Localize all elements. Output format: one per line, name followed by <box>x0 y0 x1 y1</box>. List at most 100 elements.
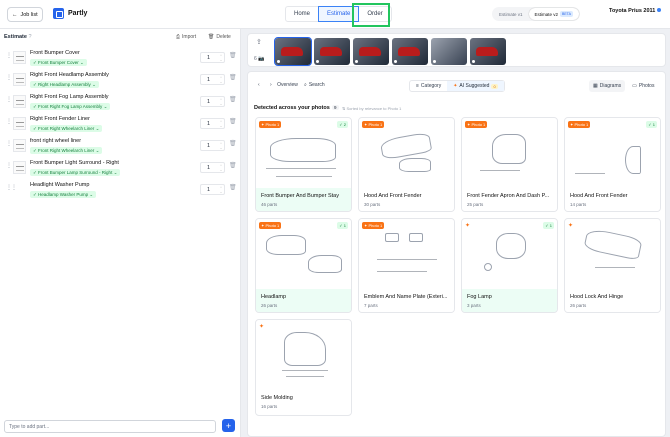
vehicle-label: Toyota Prius 2011 <box>609 8 656 14</box>
diagram-card[interactable]: ✦ Photo 1 ✓ 1 Hood And Front Fender 14 p… <box>564 117 661 212</box>
matched-part-tag[interactable]: ✓ Right Headlamp Assembly ⌄ <box>30 81 99 88</box>
matched-part-tag[interactable]: ✓ Front Right Wheelarch Liner ⌄ <box>30 125 103 132</box>
photo-thumbnail[interactable] <box>314 38 350 65</box>
sort-icon: ⇅ <box>342 106 346 111</box>
matched-part-tag[interactable]: ✓ Front Right Fog Lamp Assembly ⌄ <box>30 103 111 110</box>
search-label: Search <box>308 82 325 88</box>
back-to-job-list-button[interactable]: ← Job list <box>7 7 43 22</box>
hood-sketch <box>583 227 643 261</box>
line-sketch <box>276 176 332 177</box>
quantity-input[interactable]: 1 <box>200 140 225 151</box>
check-count: 2 <box>343 122 346 127</box>
estimate-v1-option[interactable]: Estimate v1 <box>493 8 529 20</box>
estimate-item[interactable]: ⋮⋮ Headlight Washer Pump ✓ Headlamp Wash… <box>0 181 241 202</box>
emblem-sketch <box>385 233 399 242</box>
card-title: Side Molding <box>261 395 293 401</box>
matched-part-tag[interactable]: ✓ Front Bumper Lamp Surround - Right ⌄ <box>30 169 121 176</box>
photo-thumbnail[interactable] <box>470 38 506 65</box>
card-footer: Hood And Front Fender 14 parts <box>565 188 660 211</box>
diagram-card[interactable]: ✦ Photo 1 ✓ 2 Front Bumper And Bumper St… <box>255 117 352 212</box>
card-footer: Front Bumper And Bumper Stay 46 parts <box>256 188 351 211</box>
import-label: Import <box>182 34 197 40</box>
selected-count-badge: ✓ 1 <box>646 121 657 128</box>
card-title: Front Fender Apron And Dash P... <box>467 193 550 199</box>
trash-icon[interactable]: 🗑 <box>229 118 237 125</box>
photo-badge-label: Photo 1 <box>368 122 383 127</box>
overview-button[interactable]: › Overview <box>270 82 298 88</box>
back-icon[interactable]: ‹ <box>258 82 260 88</box>
category-option[interactable]: ≡ Category <box>410 81 447 91</box>
diagram-card[interactable]: ✦ Photo 1 ✓ 1 Headlamp 26 parts <box>255 218 352 313</box>
fender-sketch <box>399 158 431 172</box>
image-icon: ▭ <box>632 83 637 89</box>
diagrams-option[interactable]: ▦ Diagrams <box>589 80 626 92</box>
quantity-input[interactable]: 1 <box>200 74 225 85</box>
photo-badge-label: Photo 1 <box>574 122 589 127</box>
delete-button[interactable]: 🗑 Delete <box>208 34 231 40</box>
photo-thumbnail[interactable] <box>274 37 312 66</box>
matched-part-tag[interactable]: ✓ Headlamp Washer Pump ⌄ <box>30 191 97 198</box>
sparkle-icon: ✦ <box>465 223 471 229</box>
search-button[interactable]: ⌕ Search <box>304 82 325 88</box>
import-button[interactable]: ⎙ Import <box>176 34 196 40</box>
tag-label: Front Bumper Cover <box>38 60 79 65</box>
beta-badge: BETA <box>560 11 573 17</box>
card-footer: Hood And Front Fender 30 parts <box>359 188 454 211</box>
estimate-item[interactable]: ⋮⋮ Front Bumper Light Surround - Right ✓… <box>0 159 241 180</box>
diagram-card[interactable]: ✦ Photo 1 Emblem And Name Plate (Exteri.… <box>358 218 455 313</box>
trash-icon[interactable]: 🗑 <box>229 96 237 103</box>
tab-home[interactable]: Home <box>285 6 320 22</box>
diagram-card[interactable]: ✦ Photo 1 Front Fender Apron And Dash P.… <box>461 117 558 212</box>
trash-icon[interactable]: 🗑 <box>229 52 237 59</box>
quantity-input[interactable]: 1 <box>200 118 225 129</box>
photo-thumbnail[interactable] <box>431 38 467 65</box>
photo-thumbnail[interactable] <box>353 38 389 65</box>
estimate-item[interactable]: ⋮⋮ Right Front Headlamp Assembly ✓ Right… <box>0 71 241 92</box>
add-part-button[interactable]: + <box>222 419 235 432</box>
matched-part-tag[interactable]: ✓ Front Right Wheelarch Liner ⌄ <box>30 147 103 154</box>
line-sketch <box>266 168 336 169</box>
headlamp-sketch <box>308 255 342 273</box>
matched-part-tag[interactable]: ✓ Front Bumper Cover ⌄ <box>30 59 87 66</box>
diagram-card[interactable]: ✦ ✓ 1 Fog Lamp 3 parts <box>461 218 558 313</box>
upload-icon[interactable]: ⇪ <box>256 38 262 46</box>
tag-label: Headlamp Washer Pump <box>38 192 89 197</box>
card-title: Hood And Front Fender <box>570 193 628 199</box>
quantity-input[interactable]: 1 <box>200 52 225 63</box>
item-name: Front Bumper Cover <box>30 50 80 56</box>
estimate-item[interactable]: ⋮⋮ Front Bumper Cover ✓ Front Bumper Cov… <box>0 49 241 70</box>
photo-thumbnail[interactable] <box>392 38 428 65</box>
back-label: Job list <box>20 11 38 18</box>
estimate-v2-option[interactable]: Estimate v2 BETA <box>528 8 579 20</box>
diagram-card[interactable]: ✦ Hood Lock And Hinge 26 parts <box>564 218 661 313</box>
card-footer: Hood Lock And Hinge 26 parts <box>565 289 660 312</box>
bulb-sketch <box>484 263 492 271</box>
estimate-item[interactable]: ⋮⋮ front right wheel liner ✓ Front Right… <box>0 137 241 158</box>
v2-label: Estimate v2 <box>534 11 559 17</box>
photos-option[interactable]: ▭ Photos <box>628 80 658 92</box>
trash-icon[interactable]: 🗑 <box>229 162 237 169</box>
trash-icon[interactable]: 🗑 <box>229 184 237 191</box>
card-parts: 16 parts <box>261 404 278 409</box>
quantity-input[interactable]: 1 <box>200 162 225 173</box>
tag-label: Right Headlamp Assembly <box>38 82 91 87</box>
ai-suggested-option[interactable]: ✦ AI Suggested 0 <box>447 81 504 91</box>
card-title: Fog Lamp <box>467 294 492 300</box>
photo-match-badge: ✦ Photo 1 <box>568 121 591 128</box>
trash-icon[interactable]: 🗑 <box>229 140 237 147</box>
photo-strip: ⇪ 6 📷 <box>247 33 666 67</box>
diagram-card[interactable]: ✦ Side Molding 16 parts <box>255 319 352 416</box>
list-icon: ≡ <box>416 83 419 89</box>
drag-handle-icon[interactable]: ⋮⋮ <box>6 184 17 191</box>
estimate-item[interactable]: ⋮⋮ Right Front Fog Lamp Assembly ✓ Front… <box>0 93 241 114</box>
selected-count-badge: ✓ 2 <box>337 121 348 128</box>
diagram-card[interactable]: ✦ Photo 1 Hood And Front Fender 30 parts <box>358 117 455 212</box>
add-part-input[interactable]: Type to add part... <box>4 420 216 433</box>
photo-badge-label: Photo 1 <box>471 122 486 127</box>
estimate-item[interactable]: ⋮⋮ Right Front Fender Liner ✓ Front Righ… <box>0 115 241 136</box>
vehicle-name[interactable]: Toyota Prius 2011 <box>609 8 662 14</box>
sort-note: ⇅ Sorted by relevance to Photo 1 <box>342 106 401 111</box>
trash-icon[interactable]: 🗑 <box>229 74 237 81</box>
quantity-input[interactable]: 1 <box>200 96 225 107</box>
quantity-input[interactable]: 1 <box>200 184 225 195</box>
